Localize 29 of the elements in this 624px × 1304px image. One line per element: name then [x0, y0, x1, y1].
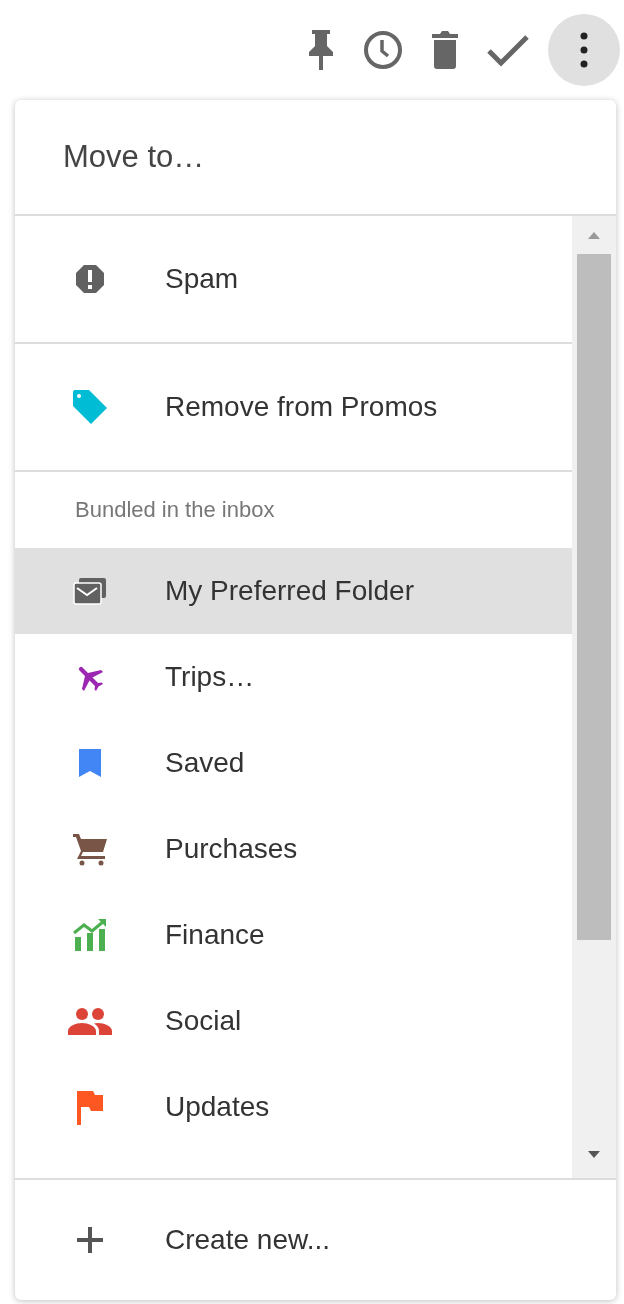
folder-label: Trips…	[165, 661, 255, 693]
menu-item-label: Remove from Promos	[165, 391, 438, 423]
menu-item-label: Spam	[165, 263, 239, 295]
create-new-item[interactable]: Create new...	[15, 1180, 616, 1300]
folder-label: Updates	[165, 1091, 270, 1123]
folder-item[interactable]: Finance	[15, 892, 572, 978]
folder-item[interactable]: Updates	[15, 1064, 572, 1150]
scroll-down-icon[interactable]	[586, 1150, 602, 1160]
pin-icon[interactable]	[306, 28, 336, 72]
scrollbar[interactable]	[572, 216, 616, 1178]
folder-label: Saved	[165, 747, 245, 779]
folder-item[interactable]: My Preferred Folder	[15, 548, 572, 634]
trash-icon[interactable]	[430, 30, 460, 70]
folder-label: My Preferred Folder	[165, 575, 414, 607]
folder-item[interactable]: Social	[15, 978, 572, 1064]
folder-label: Purchases	[165, 833, 298, 865]
folder-item[interactable]: Purchases	[15, 806, 572, 892]
menu-title: Move to…	[15, 100, 616, 216]
folder-item[interactable]: Trips…	[15, 634, 572, 720]
clock-icon[interactable]	[362, 29, 404, 71]
folder-label: Social	[165, 1005, 242, 1037]
folder-label: Finance	[165, 919, 265, 951]
checkmark-icon[interactable]	[486, 33, 530, 67]
create-new-label: Create new...	[165, 1224, 330, 1256]
folder-item[interactable]: Saved	[15, 720, 572, 806]
plus-icon	[75, 1225, 105, 1255]
section-label: Bundled in the inbox	[74, 496, 276, 524]
scrollbar-thumb[interactable]	[577, 254, 611, 940]
more-vertical-icon	[580, 32, 588, 68]
